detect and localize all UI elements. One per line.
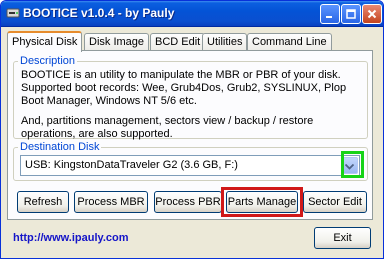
destination-disk-select[interactable]: USB: KingstonDataTraveler G2 (3.6 GB, F:… bbox=[20, 155, 360, 176]
bootice-window: BOOTICE v1.0.4 - by Pauly Physical Disk … bbox=[0, 0, 384, 259]
destination-legend: Destination Disk bbox=[20, 141, 100, 153]
website-link[interactable]: http://www.ipauly.com bbox=[13, 232, 129, 244]
dropdown-button[interactable] bbox=[341, 157, 358, 174]
title-bar[interactable]: BOOTICE v1.0.4 - by Pauly bbox=[1, 1, 383, 27]
refresh-button[interactable]: Refresh bbox=[17, 191, 69, 213]
close-icon bbox=[366, 8, 378, 20]
close-button[interactable] bbox=[362, 4, 382, 24]
physical-disk-panel: Description BOOTICE is an utility to man… bbox=[7, 50, 373, 220]
tab-command-line[interactable]: Command Line bbox=[247, 33, 332, 51]
maximize-button[interactable] bbox=[341, 4, 361, 24]
maximize-icon bbox=[345, 8, 357, 20]
description-text: BOOTICE is an utility to manipulate the … bbox=[21, 69, 361, 148]
tab-disk-image[interactable]: Disk Image bbox=[84, 33, 150, 51]
chevron-down-icon bbox=[344, 157, 355, 175]
process-mbr-button[interactable]: Process MBR bbox=[74, 191, 148, 213]
minimize-button[interactable] bbox=[320, 4, 340, 24]
description-paragraph-1: BOOTICE is an utility to manipulate the … bbox=[21, 69, 347, 107]
process-pbr-button[interactable]: Process PBR bbox=[154, 191, 222, 213]
tab-physical-disk[interactable]: Physical Disk bbox=[7, 31, 83, 52]
window-title: BOOTICE v1.0.4 - by Pauly bbox=[23, 6, 175, 20]
description-paragraph-2: And, partitions management, sectors view… bbox=[21, 115, 314, 140]
disk-app-icon bbox=[6, 6, 20, 20]
tab-utilities[interactable]: Utilities bbox=[202, 33, 248, 51]
description-legend: Description bbox=[20, 55, 76, 67]
minimize-icon bbox=[324, 8, 336, 20]
sector-edit-button[interactable]: Sector Edit bbox=[303, 191, 367, 213]
exit-button[interactable]: Exit bbox=[314, 227, 371, 249]
parts-manage-button[interactable]: Parts Manage bbox=[226, 191, 298, 213]
tab-bcd-edit[interactable]: BCD Edit bbox=[150, 33, 206, 51]
destination-disk-value: USB: KingstonDataTraveler G2 (3.6 GB, F:… bbox=[25, 159, 238, 171]
